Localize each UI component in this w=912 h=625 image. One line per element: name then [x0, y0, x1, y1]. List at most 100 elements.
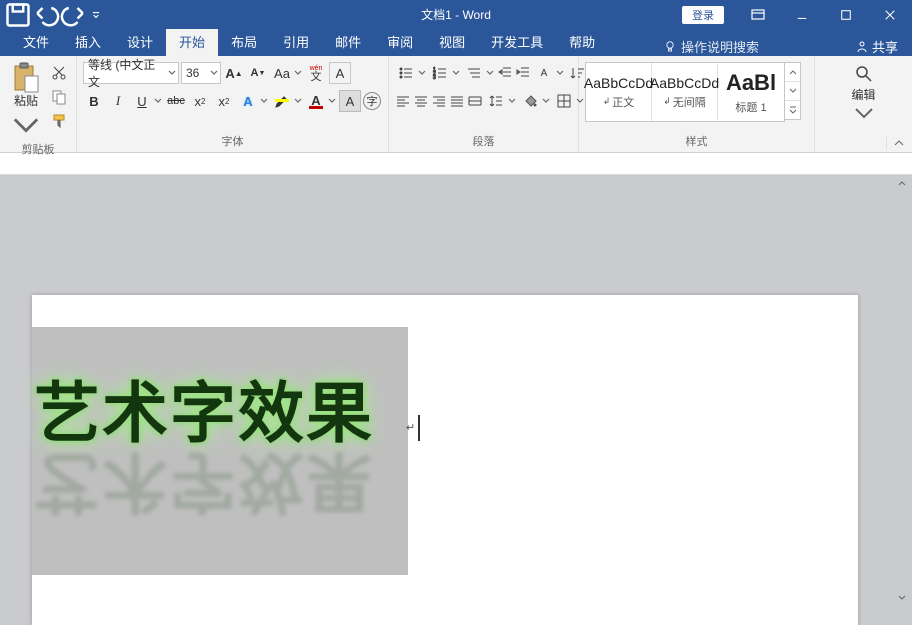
shading-button[interactable]	[519, 90, 551, 112]
qat-customize-icon[interactable]	[88, 0, 104, 29]
maximize-icon[interactable]	[824, 0, 868, 29]
align-justify-button[interactable]	[449, 90, 465, 112]
font-size-value: 36	[186, 66, 199, 80]
close-icon[interactable]	[868, 0, 912, 29]
subscript-button[interactable]: x2	[189, 90, 211, 112]
font-size-combo[interactable]: 36	[181, 62, 221, 84]
group-label-styles: 样式	[579, 133, 814, 152]
outdent-icon	[497, 65, 513, 81]
style-preview: AaBbCcDd	[650, 75, 719, 91]
style-name: 正文	[612, 94, 634, 110]
tab-help[interactable]: 帮助	[556, 29, 608, 56]
find-icon	[854, 64, 874, 84]
paste-label: 粘贴	[14, 92, 38, 109]
align-justify-icon	[449, 93, 465, 109]
group-label-font: 字体	[77, 133, 388, 152]
style-heading1[interactable]: AaBl 标题 1	[718, 63, 784, 121]
ribbon-display-options-icon[interactable]	[736, 0, 780, 29]
tab-file[interactable]: 文件	[10, 29, 62, 56]
font-color-button[interactable]: A	[305, 90, 337, 112]
ruler	[0, 153, 912, 175]
tab-view[interactable]: 视图	[426, 29, 478, 56]
increase-indent-button[interactable]	[515, 62, 531, 84]
enclose-characters-button[interactable]: 字	[363, 92, 381, 110]
align-center-button[interactable]	[413, 90, 429, 112]
window-title: 文档1 - Word	[421, 6, 491, 23]
vertical-scrollbar[interactable]	[894, 175, 910, 606]
style-no-spacing[interactable]: AaBbCcDd ↲无间隔	[652, 63, 718, 121]
line-spacing-button[interactable]	[485, 90, 517, 112]
multilevel-list-button[interactable]	[463, 62, 495, 84]
bullets-icon	[398, 65, 414, 81]
tab-home[interactable]: 开始	[166, 29, 218, 56]
wordart-reflection: 艺术字效果	[34, 439, 374, 535]
share-button[interactable]: 共享	[855, 37, 898, 56]
scroll-down-icon[interactable]	[894, 590, 910, 606]
italic-button[interactable]: I	[107, 90, 129, 112]
style-normal[interactable]: AaBbCcDd ↲正文	[586, 63, 652, 121]
editing-button[interactable]: 编辑	[815, 56, 912, 123]
group-label-paragraph: 段落	[389, 133, 578, 152]
tab-design[interactable]: 设计	[114, 29, 166, 56]
distributed-button[interactable]	[467, 90, 483, 112]
tab-review[interactable]: 审阅	[374, 29, 426, 56]
styles-gallery[interactable]: AaBbCcDd ↲正文 AaBbCcDd ↲无间隔 AaBl 标题 1	[585, 62, 785, 122]
tell-me-search[interactable]: 操作说明搜索	[663, 37, 759, 56]
style-preview: AaBbCcDd	[584, 75, 653, 91]
save-icon[interactable]	[4, 0, 32, 29]
grow-font-button[interactable]: A▲	[223, 62, 245, 84]
change-case-button[interactable]: Aa	[271, 62, 303, 84]
character-border-button[interactable]: A	[329, 62, 351, 84]
cut-button[interactable]	[48, 62, 70, 84]
shrink-font-button[interactable]: A▼	[247, 62, 269, 84]
collapse-ribbon-icon[interactable]	[886, 136, 910, 150]
undo-icon[interactable]	[32, 0, 60, 29]
tab-layout[interactable]: 布局	[218, 29, 270, 56]
font-family-combo[interactable]: 等线 (中文正文	[83, 62, 179, 84]
brush-icon	[51, 113, 67, 129]
superscript-button[interactable]: x2	[213, 90, 235, 112]
bold-button[interactable]: B	[83, 90, 105, 112]
tab-insert[interactable]: 插入	[62, 29, 114, 56]
decrease-indent-button[interactable]	[497, 62, 513, 84]
distributed-icon	[467, 93, 483, 109]
gallery-down-icon[interactable]	[785, 82, 800, 101]
tab-developer[interactable]: 开发工具	[478, 29, 556, 56]
tab-references[interactable]: 引用	[270, 29, 322, 56]
gallery-up-icon[interactable]	[785, 63, 800, 82]
copy-icon	[51, 89, 67, 105]
style-preview: AaBl	[726, 70, 776, 96]
redo-icon[interactable]	[60, 0, 88, 29]
paste-icon	[12, 62, 40, 94]
phonetic-guide-button[interactable]: wén文	[305, 62, 327, 84]
gallery-more-icon[interactable]	[785, 101, 800, 119]
paint-bucket-icon	[522, 93, 538, 109]
copy-button[interactable]	[48, 86, 70, 108]
underline-button[interactable]: U	[131, 90, 163, 112]
align-right-button[interactable]	[431, 90, 447, 112]
indent-icon	[515, 65, 531, 81]
paste-button[interactable]: 粘贴	[6, 60, 46, 141]
scroll-up-icon[interactable]	[894, 175, 910, 191]
strikethrough-button[interactable]: abc	[165, 90, 187, 112]
multilevel-icon	[466, 65, 482, 81]
style-name: 无间隔	[673, 94, 706, 110]
align-left-button[interactable]	[395, 90, 411, 112]
format-painter-button[interactable]	[48, 110, 70, 132]
line-spacing-icon	[488, 93, 504, 109]
font-family-value: 等线 (中文正文	[88, 56, 166, 90]
login-button[interactable]: 登录	[682, 6, 724, 24]
editing-label: 编辑	[851, 86, 875, 103]
borders-icon	[556, 93, 572, 109]
numbering-button[interactable]: 123	[429, 62, 461, 84]
text-effects-button[interactable]: A	[237, 90, 269, 112]
minimize-icon[interactable]	[780, 0, 824, 29]
paragraph-mark: ↵	[406, 421, 415, 434]
asian-layout-button[interactable]: A	[533, 62, 565, 84]
highlight-button[interactable]	[271, 90, 303, 112]
bullets-button[interactable]	[395, 62, 427, 84]
tab-mailings[interactable]: 邮件	[322, 29, 374, 56]
character-shading-button[interactable]: A	[339, 90, 361, 112]
align-right-icon	[431, 93, 447, 109]
scissors-icon	[51, 65, 67, 81]
